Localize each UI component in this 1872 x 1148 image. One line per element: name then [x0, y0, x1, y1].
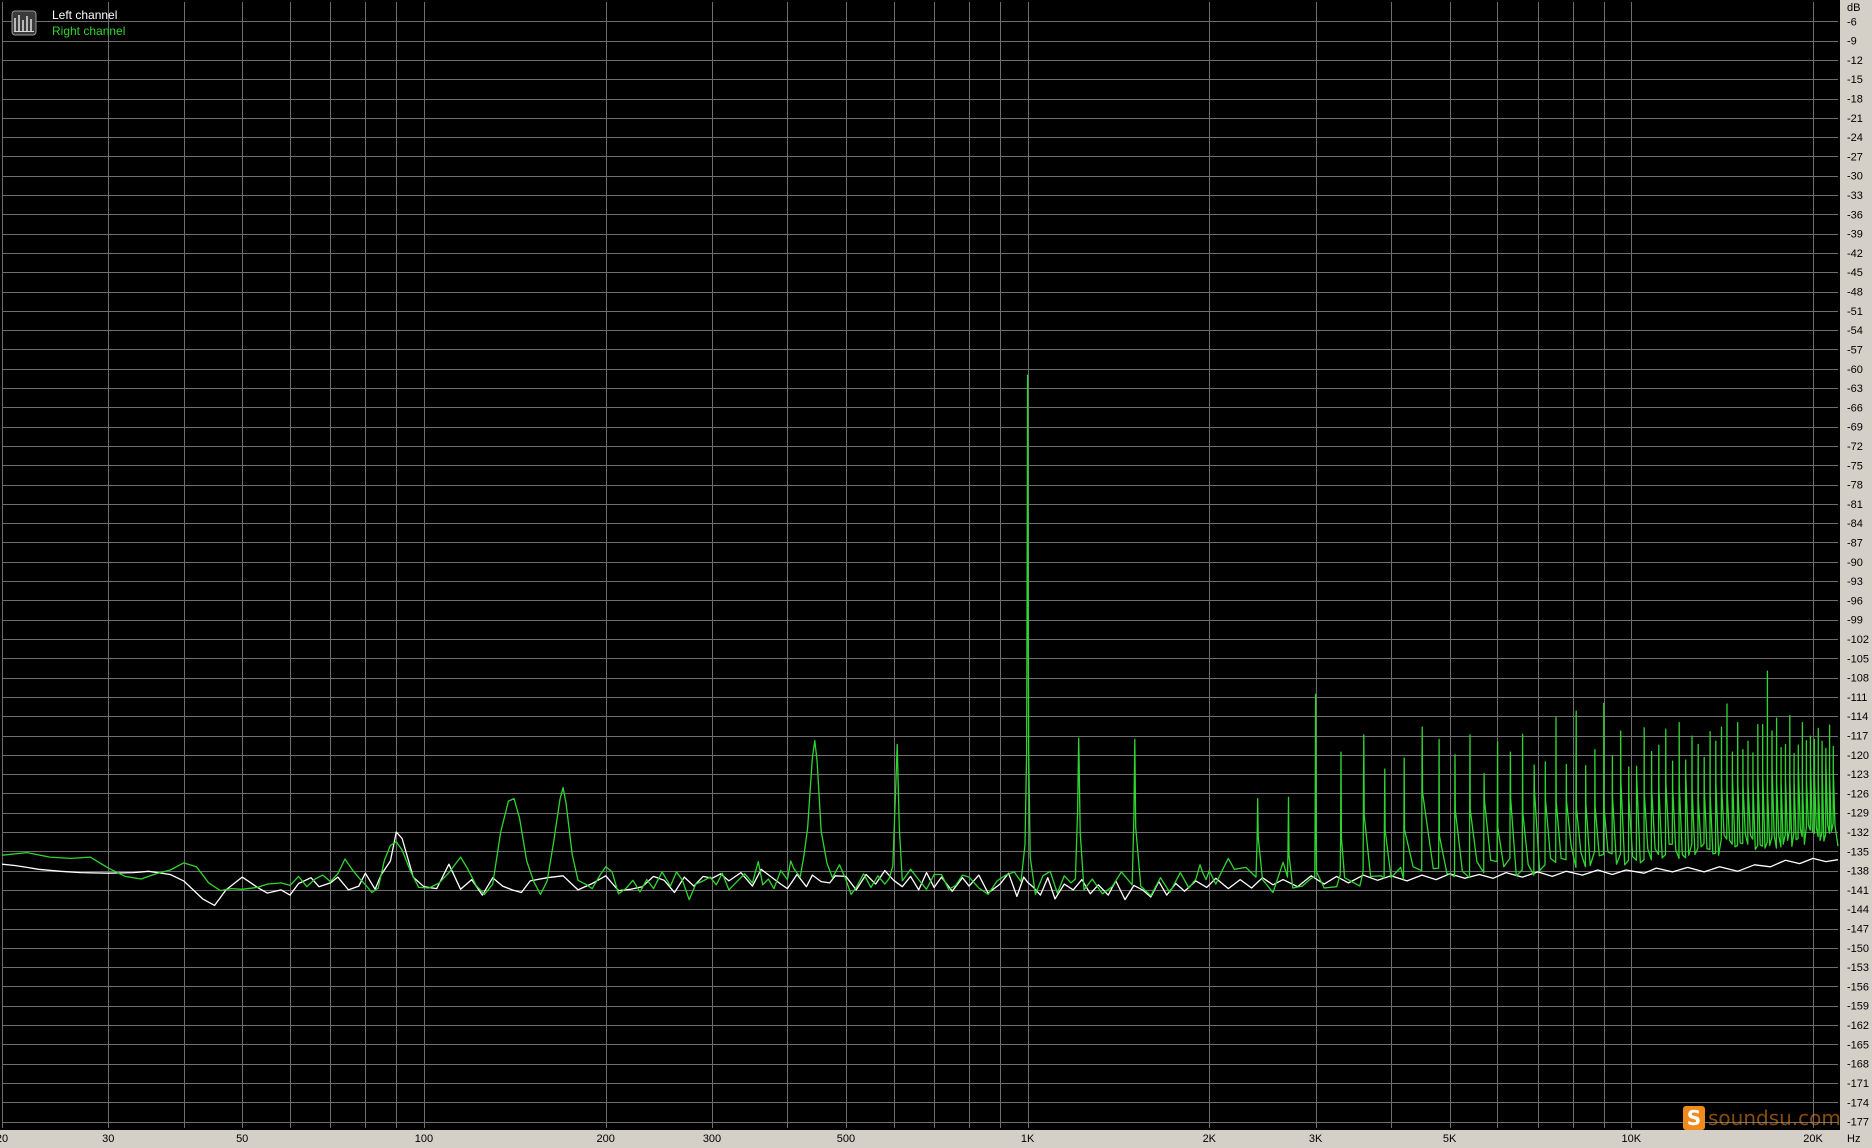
y-tick-label: -24 [1847, 132, 1863, 144]
y-tick-label: -75 [1847, 460, 1863, 472]
y-tick-label: -114 [1847, 711, 1868, 723]
y-tick-label: -96 [1847, 595, 1863, 607]
y-tick-label: -108 [1847, 673, 1869, 685]
y-tick-label: -129 [1847, 808, 1869, 820]
y-tick-label: -78 [1847, 480, 1863, 492]
legend-left-channel: Left channel [52, 8, 117, 22]
y-tick-label: -84 [1847, 518, 1863, 530]
y-tick-label: -144 [1847, 904, 1869, 916]
x-tick-label: 20 [0, 1133, 8, 1145]
y-tick-label: -93 [1847, 576, 1863, 588]
y-tick-label: -150 [1847, 943, 1869, 955]
plot-area [0, 0, 1840, 1130]
y-tick-label: -72 [1847, 441, 1863, 453]
x-tick-label: 5K [1443, 1133, 1457, 1145]
y-tick-label: -18 [1847, 94, 1863, 106]
y-tick-label: -141 [1847, 885, 1869, 897]
spectrum-chart-svg: -6 -9 -12 -15 -18 -21 -24 -27 -30 -33 -36 -39 -42 -45… [0, 0, 1869, 1145]
y-tick-label: -54 [1847, 325, 1863, 337]
y-tick-label: -120 [1847, 750, 1869, 762]
y-tick-label: -99 [1847, 615, 1863, 627]
spectrum-chart: -6 -9 -12 -15 -18 -21 -24 -27 -30 -33 -36 -39 -42 -45… [0, 0, 1872, 1148]
spectrum-analyzer-icon[interactable] [11, 10, 37, 36]
y-tick-label: -135 [1847, 846, 1869, 858]
watermark: S soundsu.com [1683, 1105, 1841, 1131]
x-tick-label: 300 [703, 1133, 721, 1145]
y-tick-label: -126 [1847, 788, 1869, 800]
y-tick-label: -162 [1847, 1020, 1869, 1032]
y-tick-label: -156 [1847, 981, 1869, 993]
y-tick-label: -30 [1847, 171, 1863, 183]
x-tick-label: 3K [1309, 1133, 1323, 1145]
x-tick-label: 200 [597, 1133, 615, 1145]
y-tick-label: -177 [1847, 1117, 1869, 1129]
y-tick-label: -138 [1847, 866, 1869, 878]
x-axis-unit: Hz [1847, 1133, 1860, 1145]
y-tick-label: -87 [1847, 538, 1863, 550]
y-tick-label: -66 [1847, 402, 1863, 414]
y-tick-label: -45 [1847, 267, 1863, 279]
y-axis-unit: dB [1847, 2, 1860, 14]
x-tick-label: 20K [1803, 1133, 1823, 1145]
y-axis-ticks: -6 -9 -12 -15 -18 -21 -24 -27 -30 -33 -36 -39 -42 -45… [1847, 16, 1869, 1128]
y-tick-label: -168 [1847, 1059, 1869, 1071]
watermark-text: soundsu.com [1708, 1106, 1841, 1130]
y-tick-label: -105 [1847, 653, 1869, 665]
y-tick-label: -39 [1847, 229, 1863, 241]
y-tick-label: -69 [1847, 422, 1863, 434]
y-tick-label: -159 [1847, 1001, 1869, 1013]
y-tick-label: -51 [1847, 306, 1863, 318]
y-tick-label: -123 [1847, 769, 1869, 781]
y-tick-label: -27 [1847, 151, 1863, 163]
y-tick-label: -132 [1847, 827, 1869, 839]
y-tick-label: -147 [1847, 924, 1869, 936]
y-tick-label: -102 [1847, 634, 1869, 646]
y-tick-label: -60 [1847, 364, 1863, 376]
y-tick-label: -42 [1847, 248, 1863, 260]
x-tick-label: 50 [236, 1133, 248, 1145]
x-axis-ticks: 20 30 50 100 200 300 500 1K 2K 3K 5K 10K 20K [0, 1133, 1823, 1145]
y-tick-label: -6 [1847, 16, 1857, 28]
x-tick-label: 1K [1021, 1133, 1035, 1145]
y-tick-label: -90 [1847, 557, 1863, 569]
x-tick-label: 10K [1622, 1133, 1642, 1145]
y-tick-label: -117 [1847, 731, 1868, 743]
x-tick-label: 30 [102, 1133, 114, 1145]
y-tick-label: -48 [1847, 287, 1863, 299]
y-tick-label: -174 [1847, 1097, 1869, 1109]
y-tick-label: -111 [1847, 692, 1867, 704]
x-tick-label: 500 [837, 1133, 855, 1145]
y-tick-label: -33 [1847, 190, 1863, 202]
y-tick-label: -165 [1847, 1039, 1869, 1051]
y-tick-label: -63 [1847, 383, 1863, 395]
y-tick-label: -21 [1847, 113, 1863, 125]
y-tick-label: -9 [1847, 36, 1857, 48]
y-tick-label: -153 [1847, 962, 1869, 974]
y-tick-label: -57 [1847, 345, 1863, 357]
y-tick-label: -12 [1847, 55, 1863, 67]
y-tick-label: -15 [1847, 74, 1863, 86]
x-tick-label: 100 [415, 1133, 433, 1145]
y-tick-label: -36 [1847, 209, 1863, 221]
sound-logo-icon: S [1683, 1106, 1705, 1130]
y-tick-label: -81 [1847, 499, 1863, 511]
y-tick-label: -171 [1847, 1078, 1869, 1090]
legend-right-channel: Right channel [52, 24, 125, 38]
x-tick-label: 2K [1203, 1133, 1217, 1145]
